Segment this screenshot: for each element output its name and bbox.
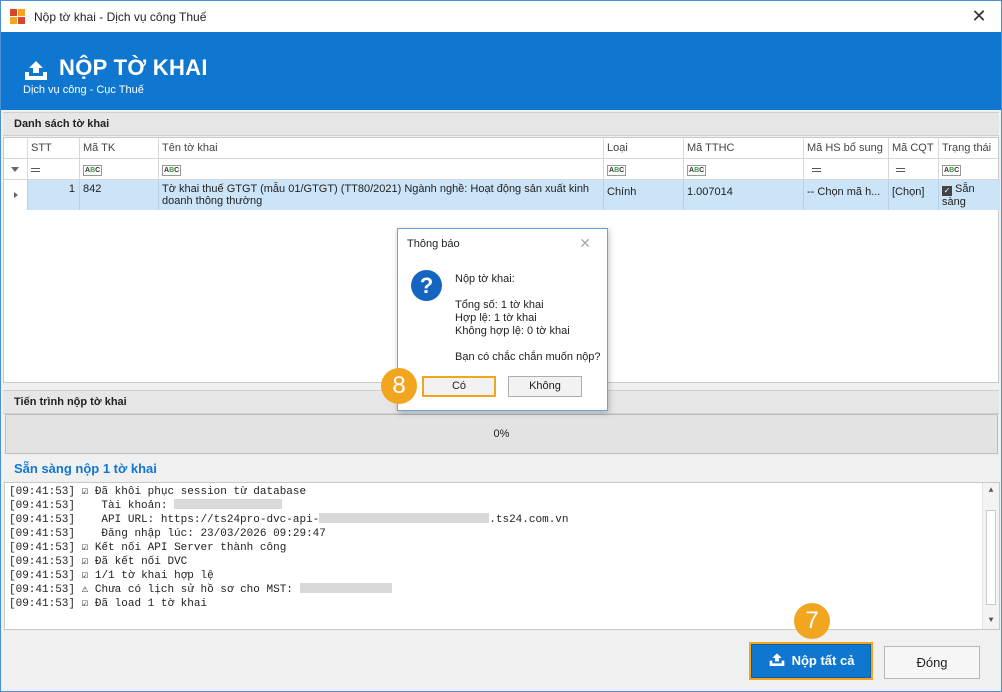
dialog-title: Thông báo: [407, 238, 460, 250]
filter-ma-cqt[interactable]: [889, 159, 939, 179]
filter-loai[interactable]: ABC: [604, 159, 684, 179]
log-line: [09:41:53] Tài khoản:: [9, 499, 569, 513]
dialog-question: Bạn có chắc chắn muốn nộp?: [455, 351, 601, 363]
dialog-close-icon[interactable]: ✕: [579, 235, 591, 252]
submit-window: Nộp tờ khai - Dịch vụ công Thuế ✕ NỘP TỜ…: [0, 0, 1002, 692]
upload-tray-icon: [25, 61, 47, 80]
column-header-trang-thai[interactable]: Trạng thái: [939, 138, 1000, 158]
close-window-icon[interactable]: ✕: [969, 6, 989, 26]
row-indicator: [4, 180, 28, 210]
no-button[interactable]: Không: [508, 376, 582, 397]
list-section-title: Danh sách tờ khai: [3, 112, 999, 136]
text-filter-icon: ABC: [942, 165, 962, 176]
dialog-total: Tổng số: 1 tờ khai: [455, 299, 544, 311]
grid-header-row: STT Mã TK Tên tờ khai Loại Mã TTHC Mã HS…: [4, 138, 1000, 159]
filter-ten-to-khai[interactable]: ABC: [159, 159, 604, 179]
step-8-badge: 8: [381, 368, 417, 404]
app-icon: [10, 8, 26, 25]
submit-all-button[interactable]: Nộp tất cả: [751, 644, 871, 678]
cell-trang-thai[interactable]: ✓ Sẵn sàng: [939, 180, 1000, 210]
grid-corner: [4, 138, 28, 158]
check-icon: ☑: [81, 556, 89, 568]
ready-status: Sẵn sàng nộp 1 tờ khai: [14, 461, 157, 476]
filter-stt[interactable]: [28, 159, 80, 179]
cell-loai: Chính: [604, 180, 684, 210]
cell-ma-tthc: 1.007014: [684, 180, 804, 210]
confirm-dialog: Thông báo ✕ ? Nộp tờ khai: Tổng số: 1 tờ…: [397, 228, 608, 411]
log-line: [09:41:53] ☑ 1/1 tờ khai hợp lệ: [9, 570, 214, 582]
check-icon: ☑: [81, 486, 89, 498]
cell-ten-to-khai-line2: doanh thông thường: [162, 195, 263, 207]
page-subtitle: Dịch vụ công - Cục Thuế: [23, 84, 144, 96]
filter-trang-thai[interactable]: ABC: [939, 159, 1000, 179]
log-line: [09:41:53] ☑ Kết nối API Server thành cô…: [9, 542, 287, 554]
title-bar: Nộp tờ khai - Dịch vụ công Thuế ✕: [1, 1, 1001, 32]
log-line: [09:41:53] ☑ Đã kết nối DVC: [9, 556, 188, 568]
filter-icon: [11, 167, 19, 172]
dialog-invalid: Không hợp lệ: 0 tờ khai: [455, 325, 570, 337]
column-header-loai[interactable]: Loại: [604, 138, 684, 158]
yes-button[interactable]: Có: [422, 376, 496, 397]
checkbox-checked-icon[interactable]: ✓: [942, 186, 952, 196]
warning-icon: ⚠: [81, 584, 89, 596]
submit-all-label: Nộp tất cả: [791, 653, 855, 668]
scroll-thumb[interactable]: [986, 510, 996, 605]
question-icon: ?: [411, 270, 442, 301]
step-7-badge: 7: [794, 603, 830, 639]
cell-ten-to-khai: Tờ khai thuế GTGT (mẫu 01/GTGT) (TT80/20…: [159, 180, 604, 210]
dialog-valid: Hợp lệ: 1 tờ khai: [455, 312, 537, 324]
filter-ma-tthc[interactable]: ABC: [684, 159, 804, 179]
cell-ten-to-khai-line1: Tờ khai thuế GTGT (mẫu 01/GTGT) (TT80/20…: [162, 183, 590, 195]
column-header-stt[interactable]: STT: [28, 138, 80, 158]
check-icon: ☑: [81, 598, 89, 610]
cell-ma-hs-bo-sung[interactable]: -- Chọn mã h...: [804, 180, 889, 210]
cell-ma-tk: 842: [80, 180, 159, 210]
log-line: [09:41:53] ⚠ Chưa có lịch sử hồ sơ cho M…: [9, 583, 569, 597]
redacted-value: [174, 499, 283, 509]
log-line: [09:41:53] ☑ Đã khôi phục session từ dat…: [9, 486, 307, 498]
log-line: [09:41:53] ☑ Đã load 1 tờ khai: [9, 598, 208, 610]
equals-icon: [31, 168, 40, 172]
log-scrollbar[interactable]: ▲ ▼: [982, 483, 999, 629]
log-lines: [09:41:53] ☑ Đã khôi phục session từ dat…: [9, 485, 569, 611]
upload-tray-icon: [769, 653, 784, 666]
log-panel[interactable]: [09:41:53] ☑ Đã khôi phục session từ dat…: [4, 482, 1000, 630]
cell-ma-cqt[interactable]: [Chọn]: [889, 180, 939, 210]
cell-trang-thai-line1: Sẵn: [955, 183, 975, 195]
text-filter-icon: ABC: [83, 165, 103, 176]
cell-trang-thai-line2: sàng: [942, 196, 966, 208]
scroll-down-icon[interactable]: ▼: [983, 613, 999, 629]
equals-icon: [812, 168, 821, 172]
log-line: [09:41:53] API URL: https://ts24pro-dvc-…: [9, 513, 569, 526]
check-icon: ☑: [81, 570, 89, 582]
filter-ma-tk[interactable]: ABC: [80, 159, 159, 179]
column-header-ma-cqt[interactable]: Mã CQT: [889, 138, 939, 158]
page-header: NỘP TỜ KHAI Dịch vụ công - Cục Thuế: [1, 32, 1001, 110]
redacted-value: [319, 513, 490, 523]
progress-bar: 0%: [5, 414, 998, 454]
log-line: [09:41:53] Đăng nhập lúc: 23/03/2026 09:…: [9, 528, 326, 540]
text-filter-icon: ABC: [162, 165, 182, 176]
redacted-value: [299, 583, 392, 593]
close-button[interactable]: Đóng: [884, 646, 980, 679]
text-filter-icon: ABC: [687, 165, 707, 176]
dialog-heading: Nộp tờ khai:: [455, 273, 515, 285]
window-title: Nộp tờ khai - Dịch vụ công Thuế: [34, 9, 207, 24]
table-row[interactable]: 1 842 Tờ khai thuế GTGT (mẫu 01/GTGT) (T…: [4, 180, 1000, 210]
check-icon: ☑: [81, 542, 89, 554]
column-header-ma-tthc[interactable]: Mã TTHC: [684, 138, 804, 158]
column-header-ten-to-khai[interactable]: Tên tờ khai: [159, 138, 604, 158]
column-header-ma-hs-bo-sung[interactable]: Mã HS bổ sung: [804, 138, 889, 158]
scroll-up-icon[interactable]: ▲: [983, 483, 999, 499]
text-filter-icon: ABC: [607, 165, 627, 176]
row-arrow-icon: [14, 192, 18, 198]
cell-stt: 1: [28, 180, 80, 210]
filter-row-icon-cell: [4, 159, 28, 179]
page-title: NỘP TỜ KHAI: [59, 55, 208, 80]
equals-icon: [896, 168, 905, 172]
grid-filter-row: ABC ABC ABC ABC ABC: [4, 159, 1000, 180]
column-header-ma-tk[interactable]: Mã TK: [80, 138, 159, 158]
filter-ma-hs-bo-sung[interactable]: [804, 159, 889, 179]
